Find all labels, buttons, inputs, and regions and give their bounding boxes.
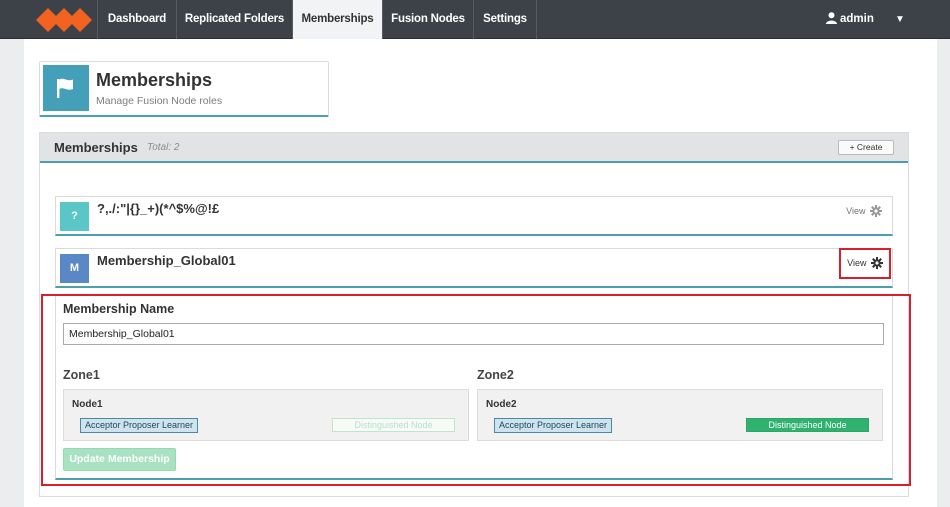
membership-name: Membership_Global01	[97, 253, 236, 268]
total-count: Total: 2	[147, 142, 180, 153]
roles-badge[interactable]: Acceptor Proposer Learner	[494, 418, 613, 433]
caret-down-icon[interactable]: ▼	[895, 0, 905, 39]
distinguished-node-toggle[interactable]: Distinguished Node	[332, 418, 455, 432]
page-title: Memberships	[96, 70, 213, 90]
view-button[interactable]: View	[846, 205, 882, 217]
nav-memberships[interactable]: Memberships	[292, 0, 382, 39]
roles-badge[interactable]: Acceptor Proposer Learner	[80, 418, 199, 433]
logo[interactable]	[36, 8, 92, 32]
membership-card: ? ?,./:"|{}_+)(*^$%@!£ View	[55, 196, 893, 236]
page-subtitle: Manage Fusion Node roles	[96, 95, 223, 107]
panel-header: Memberships Total: 2 + Create	[40, 133, 908, 163]
nav-replicated-folders[interactable]: Replicated Folders	[176, 0, 292, 39]
view-label: View	[846, 206, 866, 216]
page-header: Memberships Manage Fusion Node roles	[39, 61, 329, 117]
membership-name-label: Membership Name	[63, 302, 175, 316]
gear-icon	[871, 257, 883, 269]
update-membership-button[interactable]: Update Membership	[63, 448, 176, 471]
nav-settings[interactable]: Settings	[473, 0, 536, 39]
zone-label: Zone2	[477, 368, 514, 382]
user-icon	[826, 12, 837, 24]
membership-name-field[interactable]	[63, 323, 884, 345]
top-nav: Dashboard Replicated Folders Memberships…	[0, 0, 950, 39]
membership-name: ?,./:"|{}_+)(*^$%@!£	[97, 201, 220, 216]
user-menu[interactable]: admin	[826, 0, 874, 39]
panel-title: Memberships	[54, 140, 138, 155]
zone-node-box: Node2 Acceptor Proposer Learner Distingu…	[477, 389, 883, 441]
zone-label: Zone1	[63, 368, 100, 382]
view-button[interactable]: View	[847, 257, 883, 269]
nav-fusion-nodes[interactable]: Fusion Nodes	[382, 0, 473, 39]
node-name: Node2	[486, 399, 517, 410]
membership-card: M Membership_Global01	[55, 248, 893, 288]
user-name: admin	[840, 13, 874, 25]
nav-divider	[536, 0, 537, 39]
view-highlight: View	[839, 248, 891, 279]
gear-icon	[870, 205, 882, 217]
distinguished-node-toggle[interactable]: Distinguished Node	[746, 418, 869, 432]
node-name: Node1	[72, 399, 103, 410]
create-button[interactable]: + Create	[838, 140, 894, 155]
membership-badge: M	[60, 254, 89, 283]
membership-badge: ?	[60, 202, 89, 231]
nav-dashboard[interactable]: Dashboard	[97, 0, 176, 39]
flag-icon	[43, 65, 89, 111]
view-label: View	[847, 258, 867, 268]
zone-node-box: Node1 Acceptor Proposer Learner Distingu…	[63, 389, 469, 441]
